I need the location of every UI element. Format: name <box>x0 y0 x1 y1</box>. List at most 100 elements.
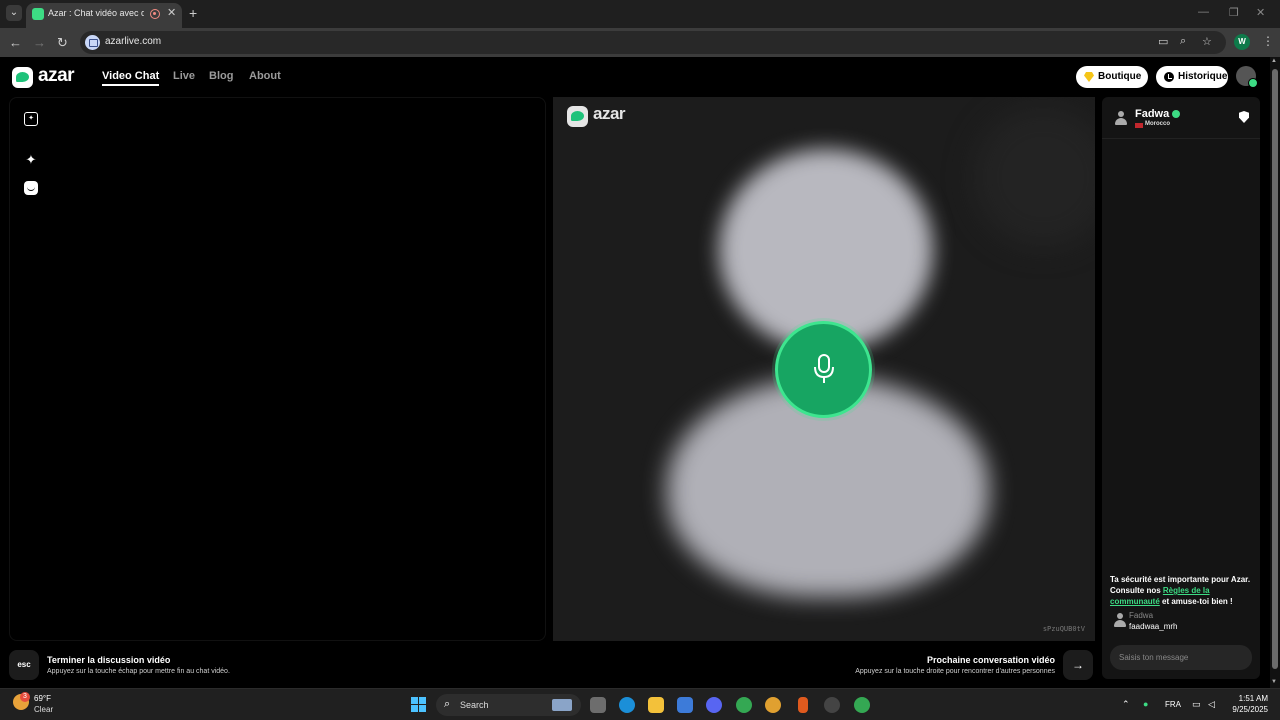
microphone-app-icon[interactable] <box>798 697 808 713</box>
taskbar-date[interactable]: 9/25/2025 <box>1226 705 1268 714</box>
site-header: azar Video Chat Live Blog About Boutique… <box>0 57 1270 97</box>
taskbar-time[interactable]: 1:51 AM <box>1236 694 1268 703</box>
chrome-profile-icon[interactable] <box>765 697 781 713</box>
reload-icon[interactable]: ↻ <box>57 35 68 51</box>
microphone-icon <box>814 354 834 383</box>
language-indicator[interactable]: FRA <box>1165 700 1181 709</box>
browser-profile-avatar[interactable]: W <box>1234 34 1250 50</box>
weather-badge: 3 <box>20 692 30 702</box>
browser-tab[interactable]: Azar : Chat vidéo avec de n ✕ <box>26 3 182 28</box>
partner-country: Morocco <box>1145 121 1171 127</box>
clock-icon <box>1164 72 1174 82</box>
site-info-icon[interactable] <box>85 35 100 50</box>
chrome-icon[interactable] <box>736 697 752 713</box>
active-app-icon[interactable] <box>824 697 840 713</box>
microphone-button[interactable] <box>775 321 872 418</box>
esc-key-button[interactable]: esc <box>9 650 39 680</box>
chat-header: Fadwa Morocco <box>1102 97 1260 139</box>
task-view-icon[interactable] <box>590 697 606 713</box>
tab-close-icon[interactable]: ✕ <box>167 6 176 19</box>
tab-title: Azar : Chat vidéo avec de n <box>48 8 144 18</box>
tab-search-chevron-icon[interactable]: ⌄ <box>6 5 22 21</box>
end-chat-title: Terminer la discussion vidéo <box>47 655 171 665</box>
omnibox[interactable]: azarlive.com ▭ ⌕ ☆ <box>80 31 1226 54</box>
recording-indicator-icon <box>150 9 160 19</box>
background-shadow <box>973 107 1095 247</box>
zoom-icon[interactable]: ⌕ <box>1180 35 1186 48</box>
search-highlight-icon <box>552 699 572 711</box>
message-sender-icon <box>1114 613 1126 627</box>
url-text: azarlive.com <box>105 36 162 47</box>
tray-mic-icon[interactable]: ● <box>1143 699 1148 709</box>
background-frame-icon[interactable]: ✦ <box>24 112 38 126</box>
person-icon <box>1115 111 1127 125</box>
back-arrow-icon[interactable]: ← <box>9 35 22 50</box>
partner-name[interactable]: Fadwa <box>1135 108 1169 120</box>
volume-icon[interactable]: ◁ <box>1208 699 1215 710</box>
verified-badge-icon <box>1172 110 1180 118</box>
nav-video-chat[interactable]: Video Chat <box>102 70 160 86</box>
face-filter-icon[interactable] <box>24 181 38 195</box>
edge-icon[interactable] <box>619 697 635 713</box>
tray-chevron-icon[interactable]: ⌃ <box>1122 699 1130 710</box>
next-chat-arrow-button[interactable]: → <box>1063 650 1093 680</box>
chat-message-input[interactable] <box>1110 645 1252 670</box>
user-avatar[interactable] <box>1236 66 1258 88</box>
scroll-down-icon[interactable]: ▼ <box>1271 679 1277 685</box>
peer-session-id: sPzuQUB0tV <box>1042 625 1085 633</box>
azar-logo-text: azar <box>38 65 75 86</box>
chrome-w-profile-icon[interactable] <box>854 697 870 713</box>
store-icon[interactable] <box>677 697 693 713</box>
windows-taskbar: 3 69°F Clear ⌕ Search ⌃ ● FRA ▭ ◁ 1:51 A… <box>0 688 1280 720</box>
search-icon: ⌕ <box>444 698 451 710</box>
next-chat-subtitle: Appuyez sur la touche droite pour rencon… <box>855 668 1055 675</box>
boutique-label: Boutique <box>1098 71 1142 82</box>
windows-start-icon[interactable] <box>411 697 426 712</box>
minimize-icon[interactable]: — <box>1198 6 1209 18</box>
new-tab-plus-icon[interactable]: + <box>189 5 197 21</box>
nav-about[interactable]: About <box>249 70 281 82</box>
gem-icon <box>1084 72 1094 82</box>
page-scrollbar[interactable]: ▲ ▼ <box>1270 57 1280 688</box>
azar-logo[interactable]: azar <box>12 65 84 88</box>
boutique-button[interactable]: Boutique <box>1076 66 1148 88</box>
nav-blog[interactable]: Blog <box>209 70 233 82</box>
peer-watermark-logo: azar <box>567 104 639 127</box>
morocco-flag-icon <box>1135 123 1143 128</box>
azar-logo-icon <box>567 106 588 127</box>
taskbar-search[interactable]: ⌕ Search <box>436 694 581 716</box>
nav-live[interactable]: Live <box>173 70 195 82</box>
historique-label: Historique <box>1178 71 1228 82</box>
historique-button[interactable]: Historique <box>1156 66 1228 88</box>
discord-icon[interactable] <box>706 697 722 713</box>
sparkle-effects-icon[interactable]: ✦ <box>24 153 38 167</box>
safety-notice: Ta sécurité est importante pour Azar. Co… <box>1110 574 1255 607</box>
scroll-up-icon[interactable]: ▲ <box>1271 58 1277 64</box>
azar-favicon-icon <box>32 8 44 20</box>
restore-icon[interactable]: ❐ <box>1229 6 1239 19</box>
peer-logo-text: azar <box>593 104 626 123</box>
azar-logo-icon <box>12 67 33 88</box>
browser-address-bar: ← → ↻ azarlive.com ▭ ⌕ ☆ W ⋮ <box>0 28 1280 57</box>
safety-text-2: et amuse-toi bien ! <box>1159 597 1233 606</box>
file-explorer-icon[interactable] <box>648 697 664 713</box>
self-video-panel: ✦ ✦ <box>9 97 546 641</box>
message-text: faadwaa_mrh <box>1129 622 1178 631</box>
weather-condition: Clear <box>34 705 54 714</box>
cast-icon[interactable]: ▭ <box>1158 35 1168 48</box>
peer-video-panel: azar sPzuQUB0tV <box>553 97 1095 641</box>
chat-panel: Fadwa Morocco Ta sécurité est importante… <box>1102 97 1260 679</box>
forward-arrow-icon[interactable]: → <box>33 35 46 50</box>
browser-tab-bar: ⌄ Azar : Chat vidéo avec de n ✕ + — ❐ ✕ <box>0 0 1280 28</box>
browser-menu-icon[interactable]: ⋮ <box>1262 34 1274 48</box>
bookmark-star-icon[interactable]: ☆ <box>1202 35 1212 48</box>
weather-temp: 69°F <box>34 694 51 703</box>
scroll-thumb[interactable] <box>1272 69 1278 669</box>
search-label: Search <box>460 700 489 710</box>
window-close-icon[interactable]: ✕ <box>1256 6 1265 19</box>
report-shield-icon[interactable] <box>1239 111 1249 123</box>
network-icon[interactable]: ▭ <box>1192 699 1201 710</box>
message-sender: Fadwa <box>1129 611 1154 620</box>
azar-page: azar Video Chat Live Blog About Boutique… <box>0 57 1280 688</box>
end-chat-subtitle: Appuyez sur la touche échap pour mettre … <box>47 668 230 675</box>
